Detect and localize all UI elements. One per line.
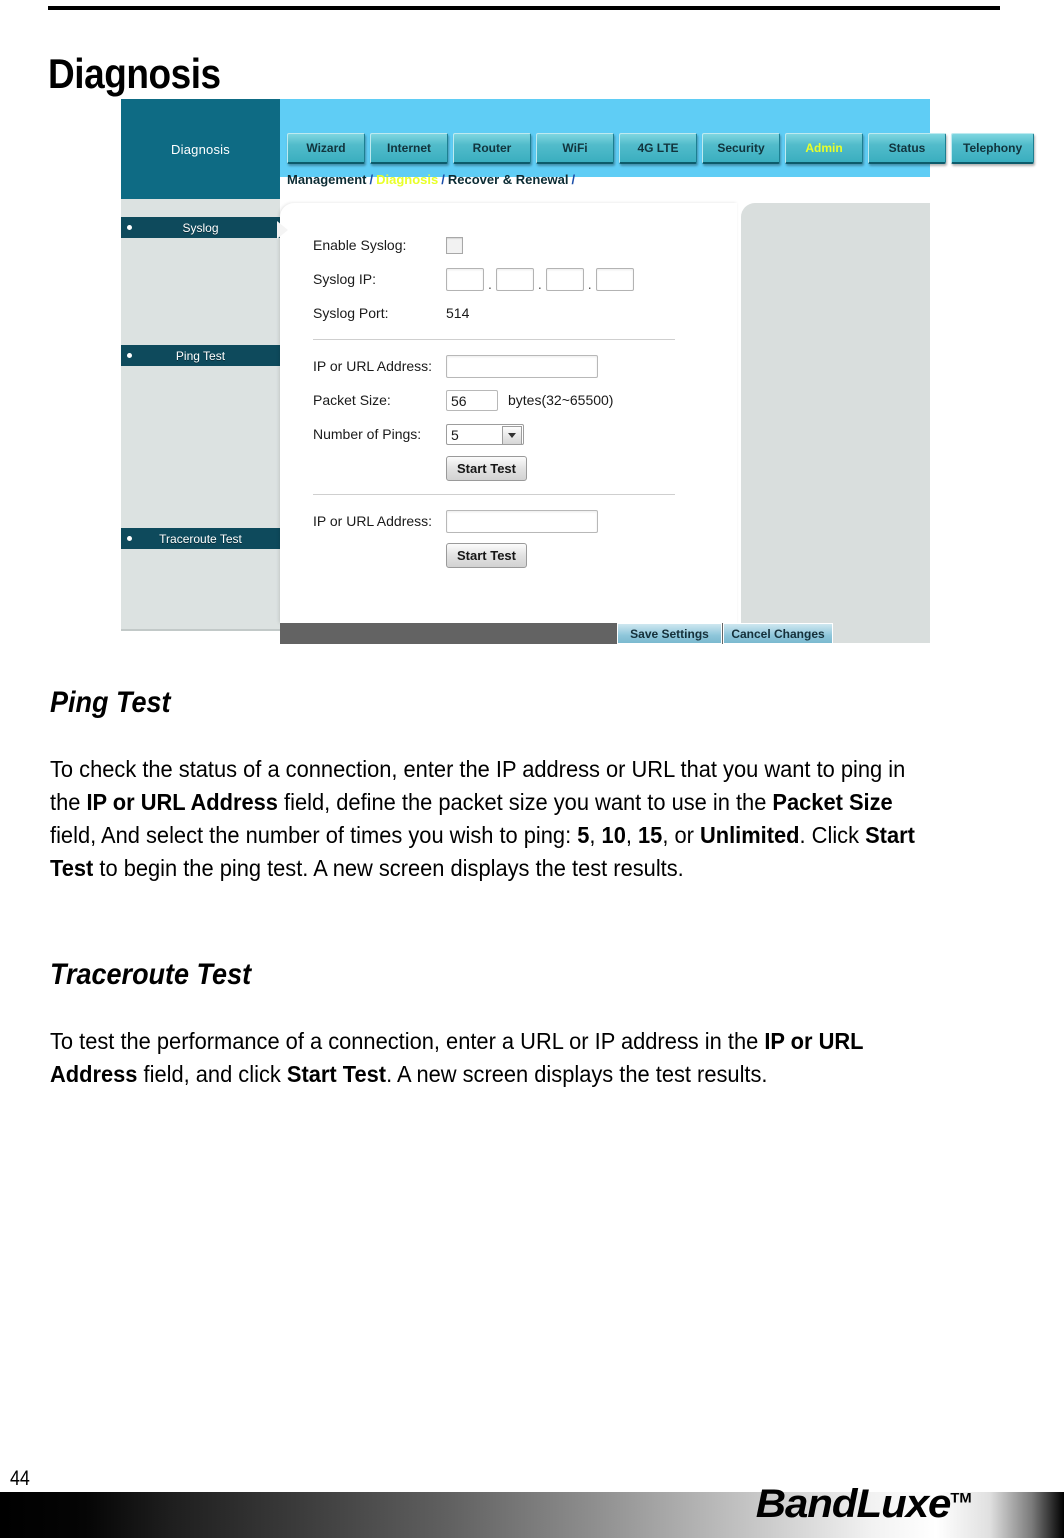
- syslog-ip-octet-1[interactable]: [446, 267, 484, 291]
- tab-internet[interactable]: Internet: [370, 133, 448, 164]
- syslog-ip-octet-4[interactable]: [595, 267, 634, 291]
- ping-ip-input[interactable]: [446, 354, 598, 378]
- enable-syslog-label: Enable Syslog:: [313, 237, 407, 253]
- form-divider-2: [313, 494, 675, 495]
- ping-ip-label: IP or URL Address:: [313, 358, 433, 374]
- tab-4g-lte[interactable]: 4G LTE: [619, 133, 697, 164]
- sidebar-item-syslog[interactable]: Syslog: [121, 217, 280, 238]
- syslog-port-label: Syslog Port:: [313, 305, 389, 321]
- packet-size-input[interactable]: 56: [446, 389, 498, 411]
- router-brand-label: Diagnosis: [171, 141, 230, 157]
- router-content-card: Enable Syslog: Syslog IP: . . . Syslog P…: [280, 203, 737, 623]
- breadcrumb-separator-1: /: [369, 172, 374, 187]
- router-ui-screenshot: Diagnosis Wizard Internet Router WiFi 4G…: [121, 99, 1035, 644]
- ip-dot-3: .: [587, 276, 592, 292]
- row-ping-address: IP or URL Address:: [313, 349, 713, 383]
- packet-size-label: Packet Size:: [313, 392, 391, 408]
- bullet-icon: [127, 536, 132, 541]
- syslog-ip-label: Syslog IP:: [313, 271, 377, 287]
- breadcrumb-item-recover-renewal[interactable]: Recover & Renewal: [448, 172, 569, 187]
- router-body: Syslog Ping Test Traceroute Test Enable …: [121, 199, 930, 644]
- syslog-ip-octet-3[interactable]: [545, 267, 584, 291]
- sidebar-item-label: Syslog: [182, 220, 219, 235]
- tab-wizard[interactable]: Wizard: [287, 133, 365, 164]
- traceroute-ip-label: IP or URL Address:: [313, 513, 433, 529]
- page-top-rule: [48, 6, 1000, 10]
- traceroute-ip-input[interactable]: [446, 509, 598, 533]
- row-traceroute-address: IP or URL Address:: [313, 504, 713, 538]
- section-body-ping-test: To check the status of a connection, ent…: [50, 756, 915, 881]
- page-title: Diagnosis: [48, 50, 221, 98]
- section-body-traceroute-test: To test the performance of a connection,…: [50, 1028, 864, 1087]
- page-number: 44: [10, 1467, 30, 1490]
- sidebar-item-label: Ping Test: [175, 348, 226, 363]
- tab-wifi[interactable]: WiFi: [536, 133, 614, 164]
- router-sidebar: Syslog Ping Test Traceroute Test: [121, 199, 280, 631]
- number-of-pings-select[interactable]: 5: [446, 423, 524, 445]
- breadcrumb-item-diagnosis[interactable]: Diagnosis: [376, 172, 438, 187]
- ip-dot-1: .: [488, 276, 492, 292]
- bandluxe-logo-text: BandLuxe: [756, 1482, 952, 1526]
- router-action-bar: Save Settings Cancel Changes: [280, 623, 833, 644]
- selected-section-arrow-icon: [277, 221, 288, 239]
- ping-start-test-button[interactable]: Start Test: [446, 455, 527, 481]
- row-number-of-pings: Number of Pings: 5: [313, 417, 713, 451]
- breadcrumb: Management / Diagnosis / Recover & Renewal /: [287, 172, 578, 187]
- router-brand-box: Diagnosis: [121, 99, 280, 199]
- breadcrumb-separator-2: /: [441, 172, 445, 187]
- router-side-panel: [741, 203, 930, 643]
- diagnosis-form: Enable Syslog: Syslog IP: . . . Syslog P…: [313, 228, 713, 572]
- router-nav-tabs[interactable]: Wizard Internet Router WiFi 4G LTE Secur…: [287, 133, 1035, 164]
- chevron-down-icon[interactable]: [502, 425, 522, 445]
- breadcrumb-item-management[interactable]: Management: [287, 172, 366, 187]
- breadcrumb-separator-3: /: [571, 172, 576, 187]
- row-packet-size: Packet Size: 56 bytes(32~65500): [313, 383, 713, 417]
- trademark-mark: TM: [950, 1489, 972, 1506]
- traceroute-start-test-button[interactable]: Start Test: [446, 542, 527, 568]
- tab-telephony[interactable]: Telephony: [951, 133, 1035, 164]
- sidebar-item-traceroute-test[interactable]: Traceroute Test: [121, 528, 280, 549]
- cancel-changes-button[interactable]: Cancel Changes: [723, 623, 833, 644]
- section-heading-traceroute-test: Traceroute Test: [50, 958, 252, 991]
- number-of-pings-label: Number of Pings:: [313, 426, 422, 442]
- tab-security[interactable]: Security: [702, 133, 780, 164]
- row-traceroute-start: Start Test: [313, 538, 713, 572]
- tab-admin[interactable]: Admin: [785, 133, 863, 164]
- bullet-icon: [127, 225, 132, 230]
- row-syslog-port: Syslog Port: 514: [313, 296, 713, 330]
- packet-size-unit: bytes(32~65500): [508, 392, 614, 408]
- tab-router[interactable]: Router: [453, 133, 531, 164]
- ip-dot-2: .: [537, 276, 542, 292]
- tab-status[interactable]: Status: [868, 133, 946, 164]
- number-of-pings-value: 5: [451, 426, 459, 443]
- syslog-port-value: 514: [446, 305, 470, 321]
- enable-syslog-checkbox[interactable]: [446, 236, 463, 254]
- sidebar-item-label: Traceroute Test: [159, 531, 242, 546]
- bandluxe-logo: BandLuxeTM: [756, 1482, 972, 1527]
- bullet-icon: [127, 353, 132, 358]
- sidebar-item-ping-test[interactable]: Ping Test: [121, 345, 280, 366]
- row-enable-syslog: Enable Syslog:: [313, 228, 713, 262]
- row-ping-start: Start Test: [313, 451, 713, 485]
- save-settings-button[interactable]: Save Settings: [617, 623, 722, 644]
- syslog-ip-octet-2[interactable]: [495, 267, 534, 291]
- section-heading-ping-test: Ping Test: [50, 686, 171, 719]
- row-syslog-ip: Syslog IP: . . .: [313, 262, 713, 296]
- form-divider-1: [313, 339, 675, 340]
